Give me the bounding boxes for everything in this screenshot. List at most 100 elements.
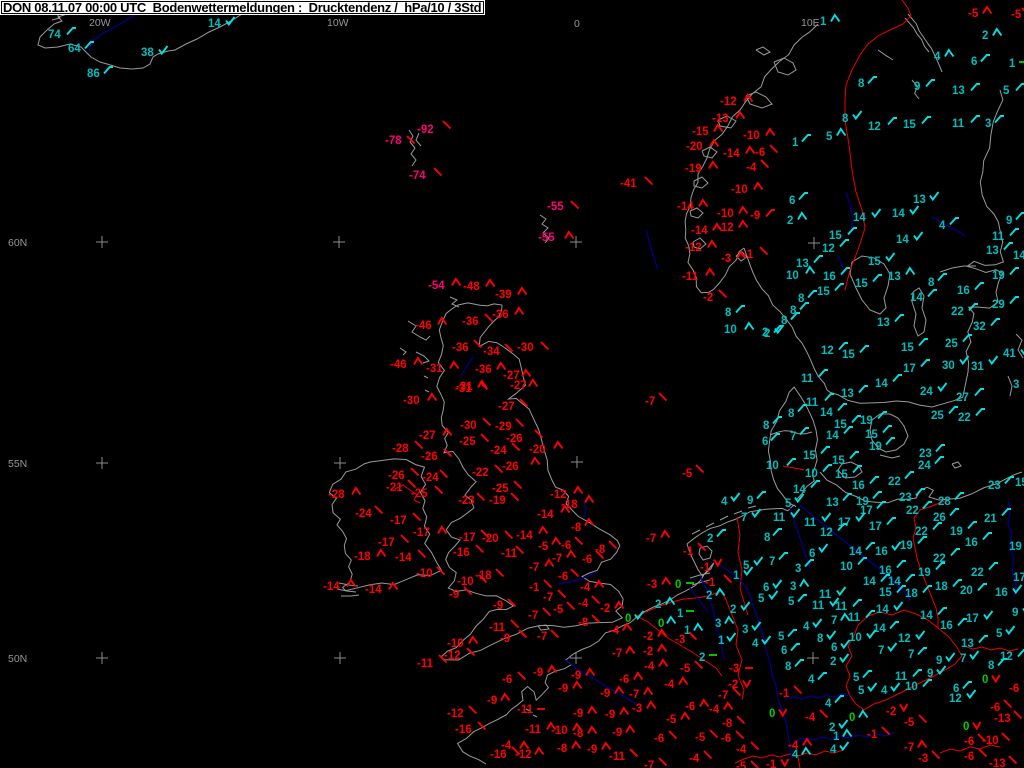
svg-text:-11: -11 [525, 724, 542, 736]
svg-text:1: 1 [733, 570, 740, 582]
svg-text:-11: -11 [501, 548, 518, 560]
svg-text:14: 14 [208, 18, 221, 30]
svg-text:-23: -23 [458, 495, 475, 507]
svg-text:15: 15 [817, 286, 830, 298]
svg-text:-9: -9 [573, 708, 583, 720]
svg-text:14: 14 [1013, 250, 1024, 262]
svg-text:-17: -17 [390, 515, 407, 527]
svg-text:10: 10 [724, 324, 737, 336]
svg-text:-10: -10 [416, 568, 433, 580]
svg-text:-11: -11 [517, 704, 534, 716]
svg-text:-10: -10 [982, 735, 999, 747]
svg-text:-55: -55 [538, 232, 555, 244]
svg-text:11: 11 [812, 600, 825, 612]
svg-text:0: 0 [675, 579, 681, 591]
svg-text:-8: -8 [573, 728, 584, 740]
svg-text:9: 9 [914, 81, 920, 93]
svg-text:14: 14 [853, 212, 866, 224]
svg-text:0: 0 [769, 708, 775, 720]
svg-text:-5: -5 [1011, 9, 1022, 21]
svg-text:-11: -11 [609, 751, 626, 763]
svg-text:-1: -1 [683, 546, 694, 558]
svg-text:14: 14 [863, 576, 876, 588]
svg-text:22: 22 [951, 306, 964, 318]
svg-text:-9: -9 [612, 727, 622, 739]
svg-text:-13: -13 [712, 113, 729, 125]
svg-text:-74: -74 [409, 170, 426, 182]
svg-text:4: 4 [881, 685, 888, 697]
svg-text:2: 2 [707, 533, 713, 545]
svg-text:4: 4 [808, 674, 815, 686]
svg-text:27: 27 [956, 392, 969, 404]
svg-text:22: 22 [958, 412, 971, 424]
svg-text:4: 4 [934, 51, 941, 63]
svg-text:-24: -24 [422, 472, 439, 484]
svg-text:-6: -6 [619, 674, 629, 686]
svg-text:15: 15 [868, 256, 881, 268]
svg-text:-36: -36 [492, 309, 509, 321]
svg-text:-9: -9 [587, 744, 597, 756]
svg-text:-4: -4 [580, 582, 591, 594]
svg-text:-55: -55 [547, 201, 564, 213]
svg-text:-6: -6 [502, 674, 512, 686]
svg-text:20W: 20W [89, 17, 111, 29]
svg-text:7: 7 [878, 645, 884, 657]
svg-text:38: 38 [141, 47, 154, 59]
svg-text:-4: -4 [578, 598, 589, 610]
svg-text:1: 1 [792, 137, 799, 149]
svg-text:-20: -20 [686, 141, 703, 153]
svg-text:-7: -7 [537, 631, 547, 643]
svg-text:7: 7 [790, 431, 796, 443]
svg-text:17: 17 [903, 363, 916, 375]
svg-text:-25: -25 [459, 436, 476, 448]
svg-text:-31: -31 [426, 363, 443, 375]
svg-text:6: 6 [809, 548, 815, 560]
svg-text:15: 15 [835, 469, 848, 481]
svg-text:20: 20 [960, 585, 973, 597]
svg-text:-19: -19 [489, 495, 506, 507]
svg-text:5: 5 [778, 631, 785, 643]
svg-text:-12: -12 [685, 242, 702, 254]
svg-text:-2: -2 [643, 646, 653, 658]
svg-text:4: 4 [939, 220, 946, 232]
svg-text:11: 11 [835, 601, 848, 613]
svg-text:-4: -4 [664, 679, 675, 691]
svg-text:-14: -14 [516, 530, 533, 542]
svg-text:13: 13 [986, 245, 999, 257]
svg-text:4: 4 [752, 638, 759, 650]
svg-text:14: 14 [892, 208, 905, 220]
svg-text:0: 0 [574, 18, 580, 30]
svg-text:5: 5 [858, 685, 865, 697]
svg-text:0: 0 [658, 618, 664, 630]
svg-text:-1: -1 [529, 582, 540, 594]
svg-text:60N: 60N [8, 237, 27, 249]
svg-text:19: 19 [900, 540, 913, 552]
svg-text:-3: -3 [632, 703, 642, 715]
svg-text:-30: -30 [517, 342, 534, 354]
svg-text:10E: 10E [801, 17, 820, 29]
svg-text:4: 4 [825, 698, 832, 710]
svg-text:16: 16 [875, 546, 888, 558]
svg-text:-11: -11 [682, 271, 699, 283]
svg-text:-48: -48 [463, 281, 480, 293]
svg-text:8: 8 [798, 293, 805, 305]
svg-text:2: 2 [982, 30, 988, 42]
svg-text:-78: -78 [385, 135, 402, 147]
svg-text:13: 13 [796, 258, 809, 270]
svg-text:5: 5 [788, 596, 795, 608]
svg-text:4: 4 [803, 621, 810, 633]
svg-text:-6: -6 [582, 554, 592, 566]
svg-text:-6: -6 [721, 733, 731, 745]
svg-text:13: 13 [888, 271, 901, 283]
svg-text:-12: -12 [720, 96, 737, 108]
svg-text:-4: -4 [736, 744, 747, 756]
svg-text:-8: -8 [571, 522, 582, 534]
svg-text:0: 0 [625, 613, 631, 625]
svg-text:4: 4 [830, 744, 837, 756]
svg-text:-10: -10 [717, 208, 734, 220]
svg-text:29: 29 [992, 299, 1005, 311]
svg-text:-17: -17 [459, 532, 476, 544]
svg-text:-41: -41 [620, 178, 637, 190]
svg-text:8: 8 [725, 307, 732, 319]
svg-text:9: 9 [936, 655, 942, 667]
